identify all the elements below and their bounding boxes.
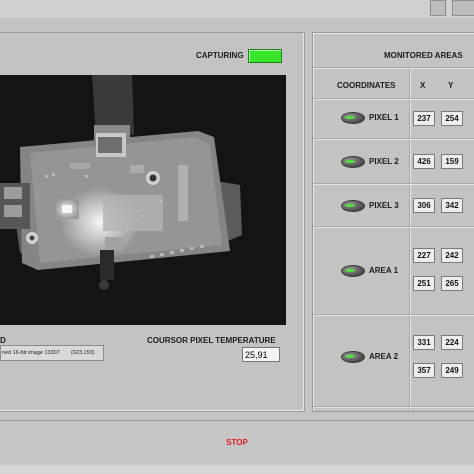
image-info-coords: (623,153) [71,350,95,356]
area-2-toggle[interactable] [341,351,365,363]
image-label: D [0,336,6,345]
area-2-label: AREA 2 [369,352,399,361]
pixel-3-y[interactable]: 342 [441,198,463,213]
cursor-temperature-value: 25,91 [242,347,280,362]
area-1-y2[interactable]: 265 [441,276,463,291]
area-1-y1[interactable]: 242 [441,248,463,263]
area-2-x2[interactable]: 357 [413,363,435,378]
coordinates-header: COORDINATES [337,81,396,90]
divider [313,138,474,139]
pixel-1-x[interactable]: 237 [413,111,435,126]
pixel-1-label: PIXEL 1 [369,113,399,122]
pixel-2-y[interactable]: 159 [441,154,463,169]
area-2-y2[interactable]: 249 [441,363,463,378]
window-footer [0,465,474,474]
window-control-button[interactable] [452,0,474,16]
pixel-1-toggle[interactable] [341,112,365,124]
thermal-camera-view[interactable] [0,75,286,325]
pixel-2-x[interactable]: 426 [413,154,435,169]
capturing-led-indicator [248,49,282,63]
pixel-3-label: PIXEL 3 [369,201,399,210]
stop-button[interactable]: STOP [212,436,262,450]
image-info-text: ned 16-bit image 13307 [2,350,60,356]
pixel-3-x[interactable]: 306 [413,198,435,213]
cursor-temperature-label: COURSOR PIXEL TEMPERATURE [147,336,276,345]
y-column-header: Y [448,81,454,90]
thermal-image [0,75,286,325]
pixel-1-y[interactable]: 254 [441,111,463,126]
x-column-header: X [420,81,426,90]
area-1-x2[interactable]: 251 [413,276,435,291]
capturing-label: CAPTURING [196,51,244,60]
area-1-x1[interactable]: 227 [413,248,435,263]
monitored-areas-title: MONITORED AREAS [384,51,463,60]
divider [313,226,474,227]
divider [409,68,410,410]
divider [313,67,474,68]
area-2-x1[interactable]: 331 [413,335,435,350]
pixel-2-label: PIXEL 2 [369,157,399,166]
divider [313,406,474,407]
window-title-bar [0,0,474,18]
divider [313,183,474,184]
area-2-y1[interactable]: 224 [441,335,463,350]
area-1-toggle[interactable] [341,265,365,277]
image-info-field: ned 16-bit image 13307 (623,153) [0,345,104,361]
pixel-2-toggle[interactable] [341,156,365,168]
pixel-3-toggle[interactable] [341,200,365,212]
divider [313,98,474,99]
window-control-button[interactable] [430,0,446,16]
area-1-label: AREA 1 [369,266,399,275]
divider [313,314,474,315]
